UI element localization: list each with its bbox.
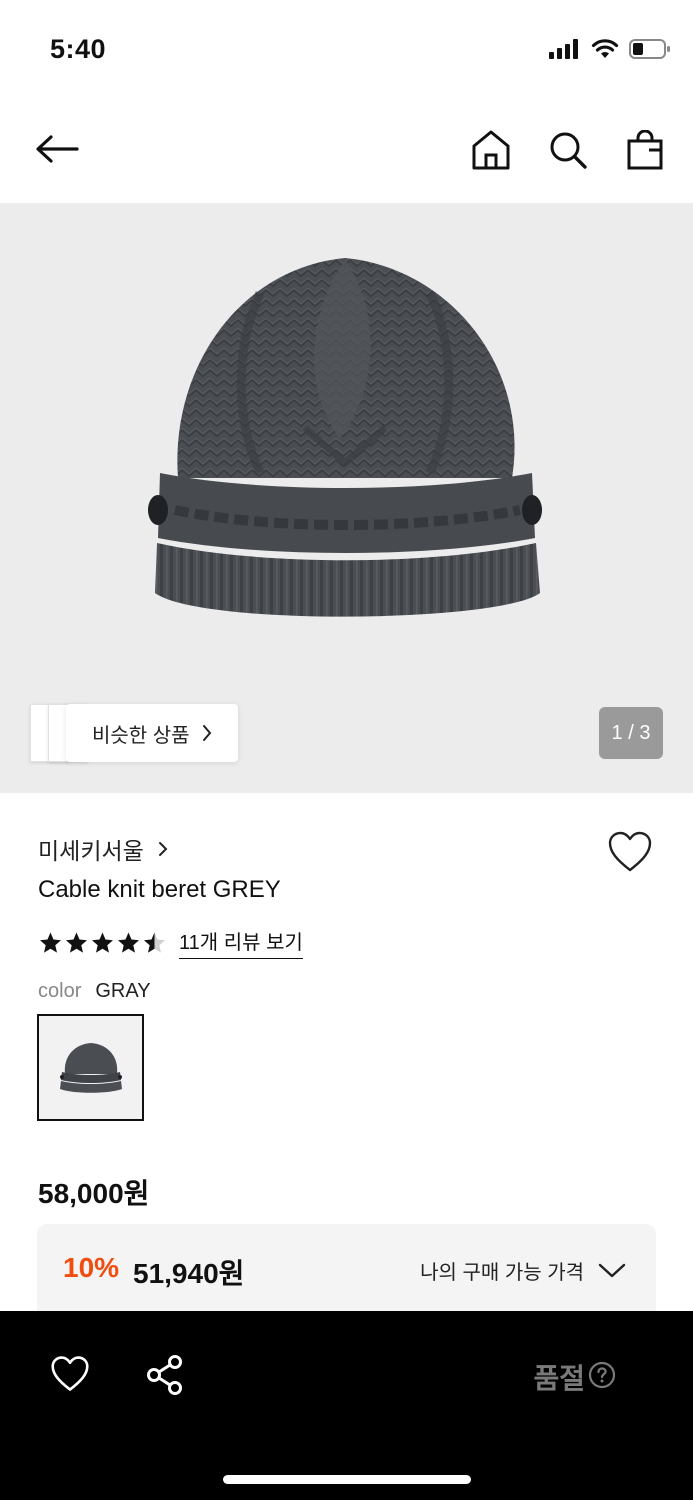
nav-actions	[465, 124, 671, 176]
star-half-icon	[144, 932, 165, 953]
chevron-down-icon	[598, 1263, 626, 1277]
original-price: 58,000원	[38, 1178, 150, 1209]
image-page-counter: 1 / 3	[599, 707, 663, 759]
share-button[interactable]	[146, 1355, 186, 1395]
battery-icon	[629, 39, 670, 59]
wishlist-button[interactable]	[607, 830, 653, 874]
knit-beret-illustration	[148, 258, 542, 617]
question-circle-icon	[588, 1361, 616, 1389]
product-image-gallery[interactable]: 비슷한 상품 1 / 3	[0, 203, 693, 793]
hat-thumbnail	[59, 1042, 122, 1093]
brand-name: 미세키서울	[38, 838, 144, 864]
arrow-left-icon	[36, 135, 79, 163]
similar-products-label: 비슷한 상품	[92, 724, 190, 747]
search-button[interactable]	[542, 124, 594, 176]
star-rating	[38, 931, 167, 955]
cellular-signal-icon	[549, 39, 578, 59]
brand-link[interactable]: 미세키서울	[38, 832, 168, 866]
discount-rate: 10%	[63, 1252, 120, 1283]
color-option-row: color GRAY	[38, 980, 151, 1003]
bottom-action-bar: 품절	[0, 1311, 693, 1500]
shopping-bag-icon	[627, 130, 663, 170]
color-swatch-gray[interactable]	[37, 1014, 144, 1121]
product-image	[140, 248, 550, 648]
heart-icon	[608, 831, 652, 872]
wifi-icon	[591, 39, 619, 58]
bottom-wishlist-button[interactable]	[50, 1355, 90, 1395]
search-icon	[550, 132, 587, 169]
share-icon	[147, 1355, 182, 1395]
back-button[interactable]	[34, 126, 84, 172]
star-full-icon	[92, 932, 113, 953]
my-price-dropdown[interactable]: 나의 구매 가능 가격	[420, 1256, 626, 1285]
star-full-icon	[40, 932, 61, 953]
home-icon	[472, 130, 510, 170]
similar-products-button[interactable]: 비슷한 상품	[30, 704, 238, 762]
status-bar: 5:40	[0, 0, 693, 100]
soldout-help-button[interactable]	[588, 1361, 616, 1389]
color-value: GRAY	[95, 980, 151, 1002]
status-icons	[549, 38, 671, 60]
status-time: 5:40	[50, 34, 107, 64]
sale-price: 51,940원	[133, 1258, 245, 1289]
home-button[interactable]	[465, 124, 517, 176]
heart-icon	[51, 1356, 89, 1391]
reviews-link[interactable]: 11개 리뷰 보기	[179, 926, 303, 959]
star-full-icon	[118, 932, 139, 953]
chevron-right-icon	[158, 842, 168, 856]
similar-products-label-box: 비슷한 상품	[66, 704, 238, 762]
home-indicator	[223, 1475, 471, 1484]
top-nav	[0, 100, 693, 203]
cart-button[interactable]	[619, 124, 671, 176]
color-label: color	[38, 980, 82, 1002]
soldout-label: 품절	[533, 1363, 585, 1394]
product-name: Cable knit beret GREY	[38, 876, 281, 903]
chevron-right-icon	[202, 725, 211, 741]
my-price-label: 나의 구매 가능 가격	[420, 1262, 584, 1284]
star-full-icon	[66, 932, 87, 953]
rating-row: 11개 리뷰 보기	[38, 926, 303, 959]
